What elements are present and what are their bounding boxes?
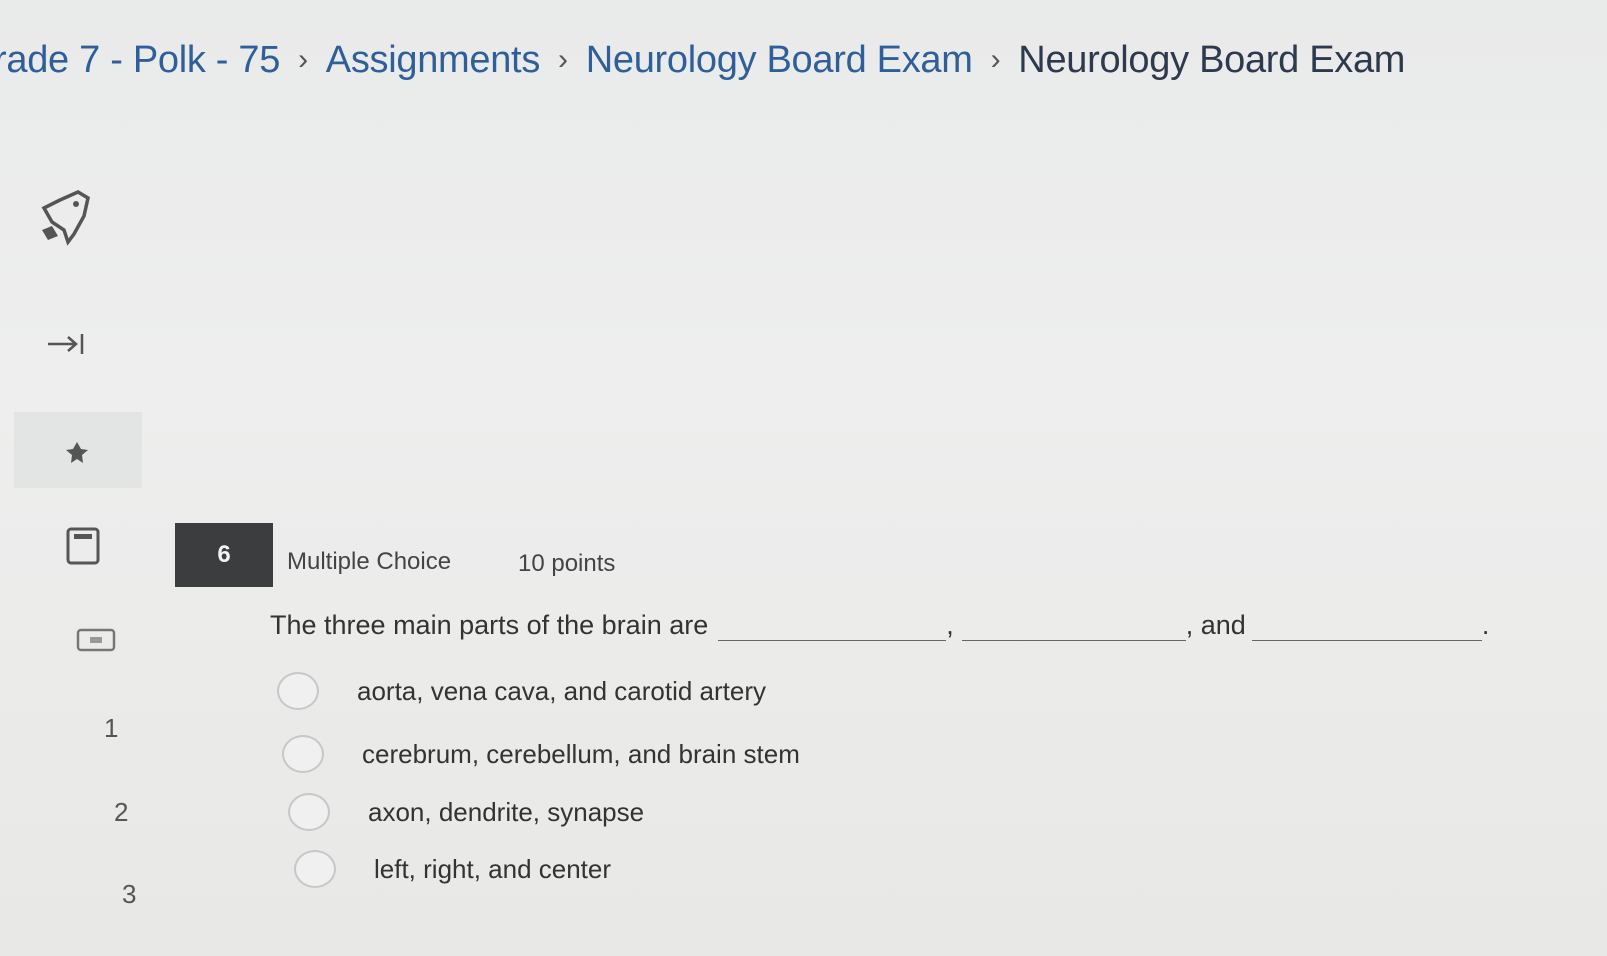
breadcrumb-assignments-link[interactable]: Assignments xyxy=(326,39,541,82)
collapse-arrow-icon[interactable] xyxy=(44,330,88,358)
radio-button[interactable] xyxy=(282,735,324,773)
stem-period: . xyxy=(1481,610,1490,640)
question-nav-item[interactable]: 3 xyxy=(122,879,136,910)
answer-blank xyxy=(1251,616,1482,641)
answer-option-label: axon, dendrite, synapse xyxy=(368,796,645,827)
breadcrumb-separator: › xyxy=(298,43,308,76)
question-points-label: 10 points xyxy=(518,550,616,577)
answer-blank xyxy=(718,616,947,641)
calculator-icon[interactable] xyxy=(66,527,100,565)
answer-blank xyxy=(961,616,1186,641)
breadcrumb-current-page: Neurology Board Exam xyxy=(1018,38,1406,81)
answer-option[interactable]: left, right, and center xyxy=(294,850,611,888)
breadcrumb-separator: › xyxy=(990,43,1001,76)
question-type-label: Multiple Choice xyxy=(287,548,452,575)
notes-icon[interactable] xyxy=(76,628,116,652)
stem-and: , and xyxy=(1185,610,1246,640)
question-stem-text: The three main parts of the brain are xyxy=(270,610,709,640)
radio-button[interactable] xyxy=(294,850,336,888)
breadcrumb-separator: › xyxy=(558,43,568,76)
rocket-icon[interactable] xyxy=(36,190,96,250)
answer-option[interactable]: axon, dendrite, synapse xyxy=(288,793,644,831)
stem-comma: , xyxy=(946,610,954,640)
answer-option-label: left, right, and center xyxy=(374,853,612,884)
answer-option[interactable]: cerebrum, cerebellum, and brain stem xyxy=(282,735,800,773)
breadcrumb-exam-link[interactable]: Neurology Board Exam xyxy=(586,39,973,82)
pin-icon[interactable] xyxy=(64,440,90,466)
answer-option[interactable]: aorta, vena cava, and carotid artery xyxy=(277,672,766,710)
answer-option-label: cerebrum, cerebellum, and brain stem xyxy=(362,738,800,769)
answer-option-label: aorta, vena cava, and carotid artery xyxy=(357,675,767,706)
breadcrumb-course-link[interactable]: rade 7 - Polk - 75 xyxy=(0,39,280,82)
breadcrumb: rade 7 - Polk - 75 › Assignments › Neuro… xyxy=(0,30,1405,90)
question-number-badge: 6 xyxy=(175,523,273,587)
radio-button[interactable] xyxy=(277,672,319,710)
question-nav-item[interactable]: 2 xyxy=(114,797,128,828)
question-stem: The three main parts of the brain are , … xyxy=(270,610,1570,641)
radio-button[interactable] xyxy=(288,793,330,831)
question-nav-item[interactable]: 1 xyxy=(104,713,118,744)
